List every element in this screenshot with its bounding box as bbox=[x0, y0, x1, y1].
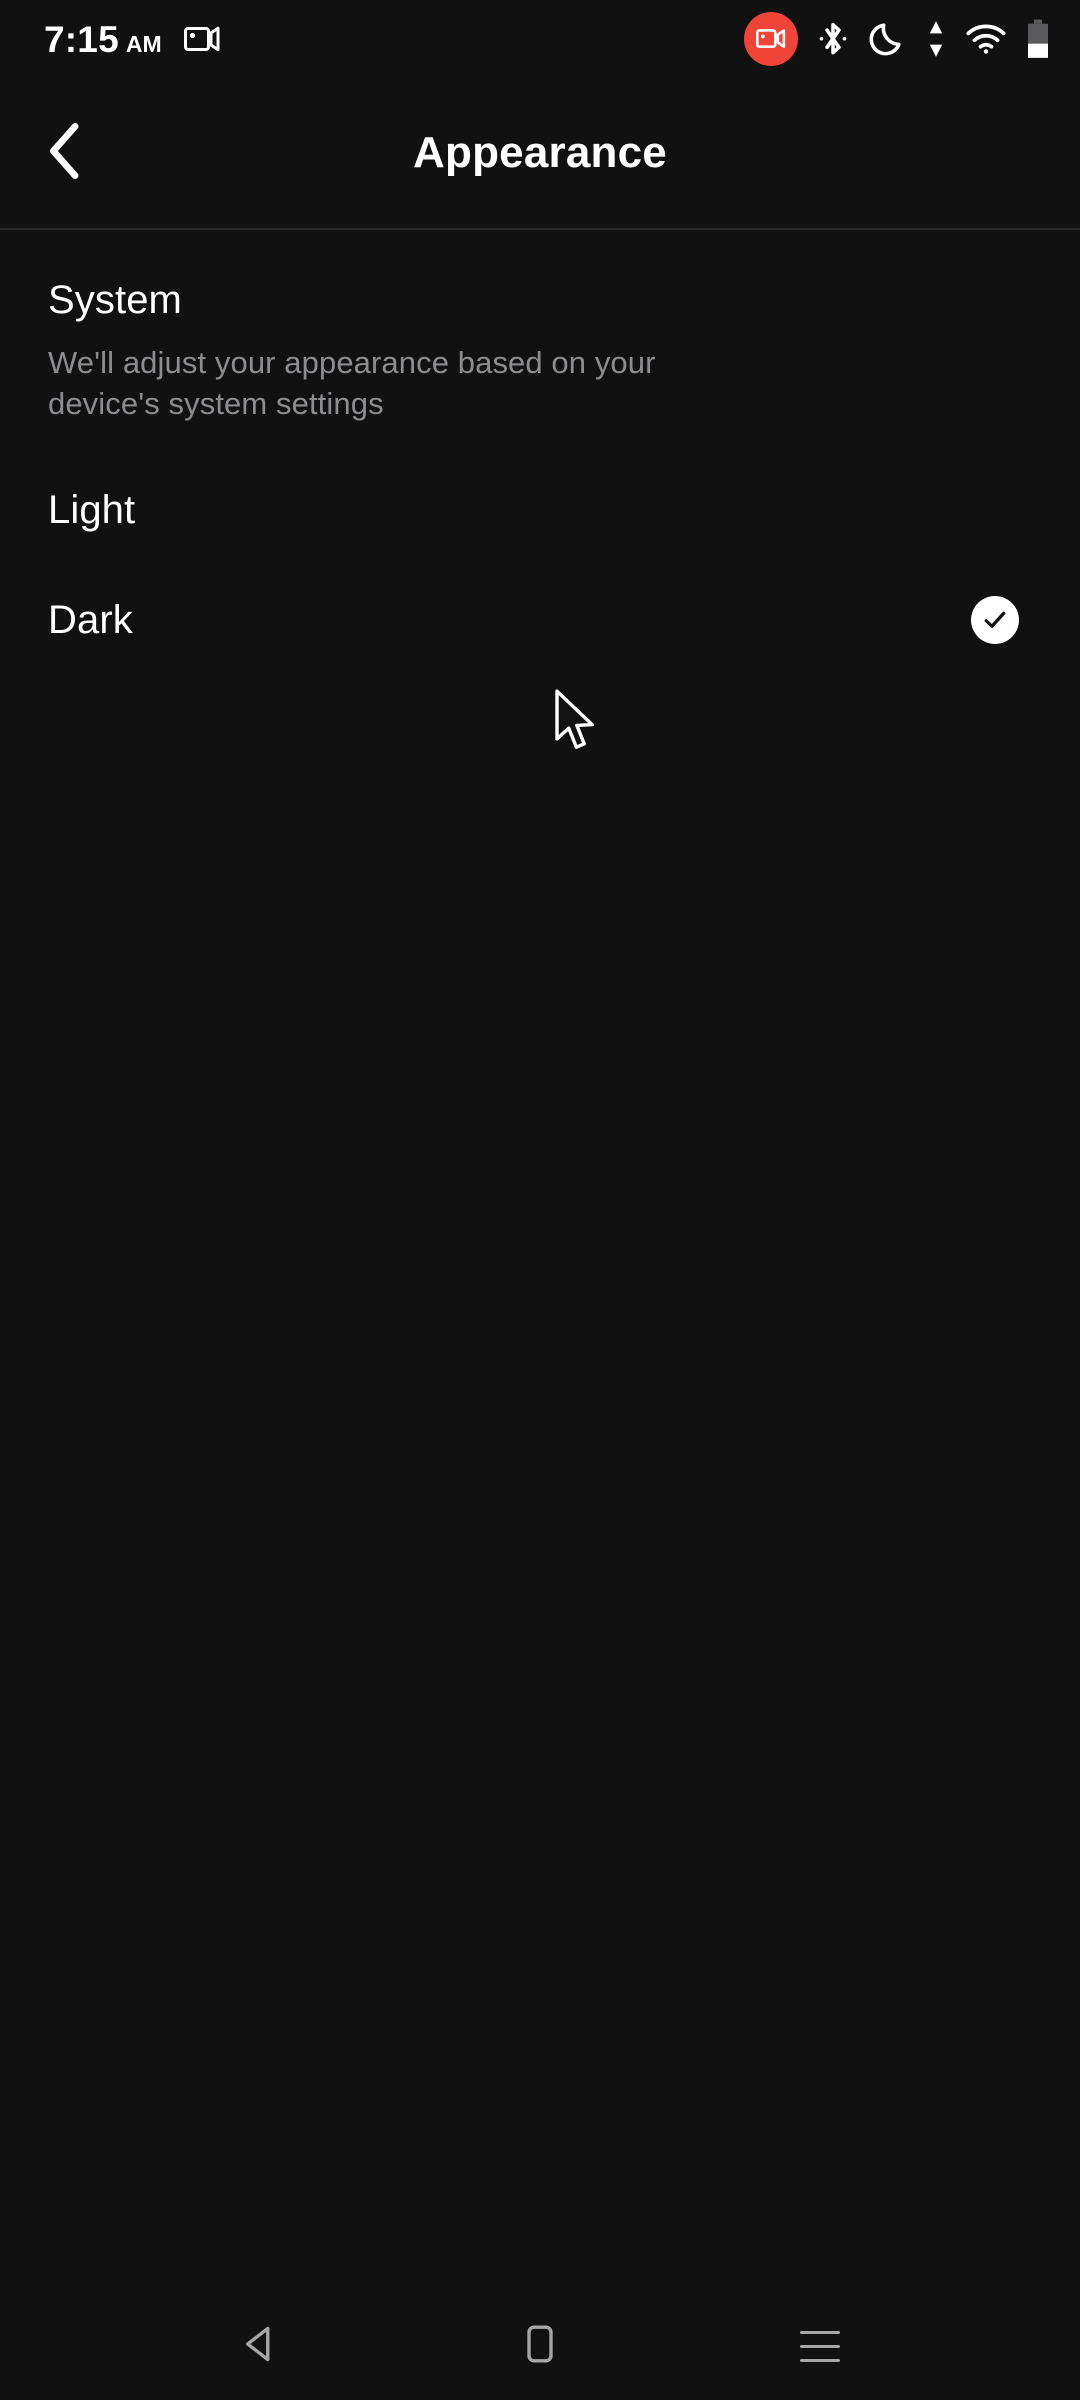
status-bar-left: 7:15 AM bbox=[44, 21, 220, 58]
check-circle-filled-icon bbox=[971, 596, 1019, 645]
option-row-dark[interactable]: Dark bbox=[0, 530, 1080, 645]
option-row-light-inner: Light bbox=[48, 490, 1032, 530]
nav-recents-button[interactable] bbox=[760, 2298, 880, 2394]
option-label-light: Light bbox=[48, 488, 136, 533]
nav-home-button[interactable] bbox=[480, 2298, 600, 2394]
screen-record-video-icon bbox=[183, 25, 220, 53]
phone-screen: 7:15 AM Appearance System We'll adjust y… bbox=[0, 0, 1080, 2400]
home-square-icon bbox=[520, 2322, 560, 2371]
bluetooth-icon bbox=[818, 20, 848, 58]
nav-back-button[interactable] bbox=[200, 2298, 320, 2394]
clock-time: 7:15 bbox=[44, 18, 119, 60]
option-row-system-inner: System We'll adjust your appearance base… bbox=[48, 280, 1032, 424]
option-system-text: System We'll adjust your appearance base… bbox=[48, 280, 748, 424]
page-title: Appearance bbox=[413, 128, 667, 177]
option-label-system: System bbox=[48, 278, 182, 322]
wifi-icon bbox=[966, 23, 1006, 55]
mobile-data-arrows-icon bbox=[926, 20, 946, 58]
option-label-dark: Dark bbox=[48, 598, 133, 643]
option-subtitle-system: We'll adjust your appearance based on yo… bbox=[48, 345, 656, 422]
option-row-system[interactable]: System We'll adjust your appearance base… bbox=[0, 230, 1080, 424]
recents-lines-icon bbox=[800, 2330, 840, 2362]
screen-recording-active-badge bbox=[744, 12, 798, 66]
clock-ampm: AM bbox=[125, 30, 162, 57]
do-not-disturb-moon-icon bbox=[868, 20, 906, 58]
back-triangle-icon bbox=[238, 2322, 282, 2371]
android-navigation-bar bbox=[0, 2292, 1080, 2400]
option-row-dark-inner: Dark bbox=[48, 596, 1032, 645]
appearance-options-list: System We'll adjust your appearance base… bbox=[0, 230, 1080, 645]
status-clock: 7:15 AM bbox=[44, 21, 162, 58]
status-bar: 7:15 AM bbox=[0, 0, 1080, 78]
battery-icon bbox=[1026, 19, 1050, 59]
mouse-pointer-arrow bbox=[553, 688, 599, 754]
status-bar-right bbox=[744, 12, 1050, 66]
option-row-light[interactable]: Light bbox=[0, 424, 1080, 530]
app-header: Appearance bbox=[0, 78, 1080, 228]
